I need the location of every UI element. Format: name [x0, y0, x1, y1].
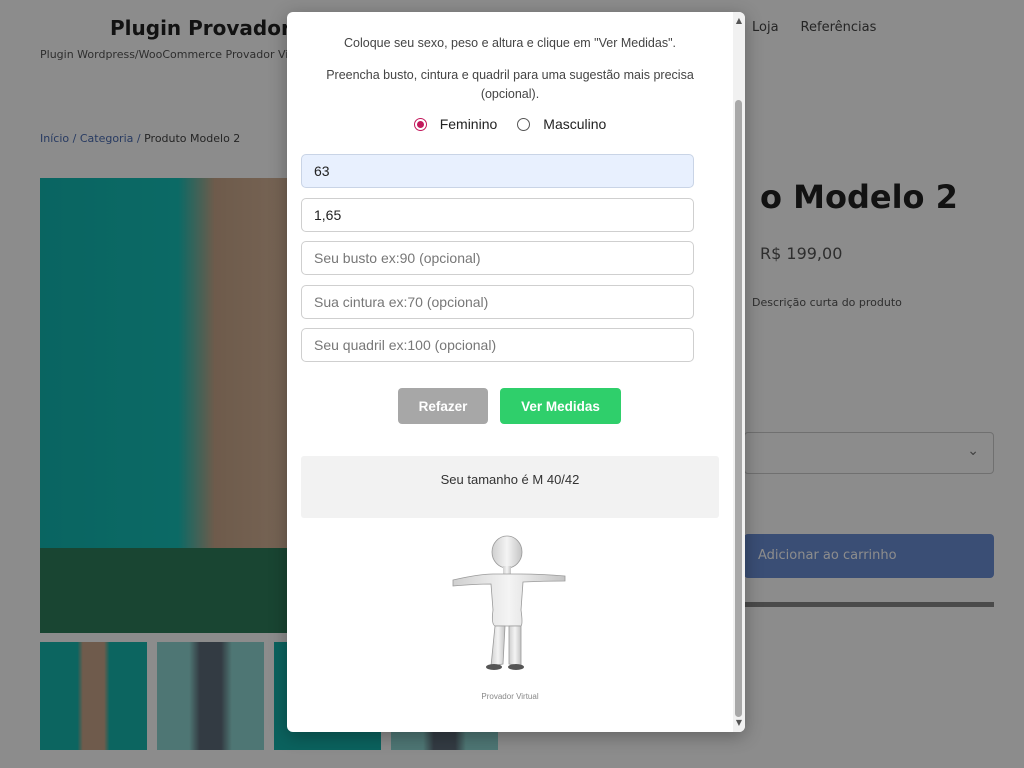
instruction-optional-text: Preencha busto, cintura e quadril para u…: [326, 68, 694, 101]
height-input[interactable]: [301, 198, 694, 232]
scroll-thumb[interactable]: [735, 100, 742, 717]
bust-input[interactable]: [301, 241, 694, 275]
size-result-text: Seu tamanho é M 40/42: [440, 472, 580, 487]
instruction-text: Coloque seu sexo, peso e altura e clique…: [344, 36, 676, 50]
modal-scrollbar[interactable]: ▲ ▼: [733, 12, 745, 732]
gender-selector: Feminino Masculino: [287, 116, 733, 132]
gender-label-female: Feminino: [439, 116, 498, 132]
virtual-fitting-modal: Coloque seu sexo, peso e altura e clique…: [287, 12, 745, 732]
hip-input[interactable]: [301, 328, 694, 362]
gender-option-female[interactable]: Feminino: [413, 116, 498, 132]
modal-content: Coloque seu sexo, peso e altura e clique…: [287, 12, 733, 732]
weight-input[interactable]: [301, 154, 694, 188]
mannequin-avatar-icon: [452, 535, 566, 670]
redo-button[interactable]: Refazer: [398, 388, 488, 424]
radio-male[interactable]: [517, 117, 531, 131]
scroll-up-icon[interactable]: ▲: [735, 16, 743, 26]
gender-label-male: Masculino: [543, 116, 607, 132]
gender-option-male[interactable]: Masculino: [517, 116, 606, 132]
size-result-box: Seu tamanho é M 40/42: [301, 456, 719, 518]
scroll-down-icon[interactable]: ▼: [735, 718, 743, 728]
waist-input[interactable]: [301, 285, 694, 319]
avatar-caption: Provador Virtual: [481, 692, 539, 701]
radio-female[interactable]: [413, 117, 427, 131]
see-measurements-button[interactable]: Ver Medidas: [500, 388, 621, 424]
